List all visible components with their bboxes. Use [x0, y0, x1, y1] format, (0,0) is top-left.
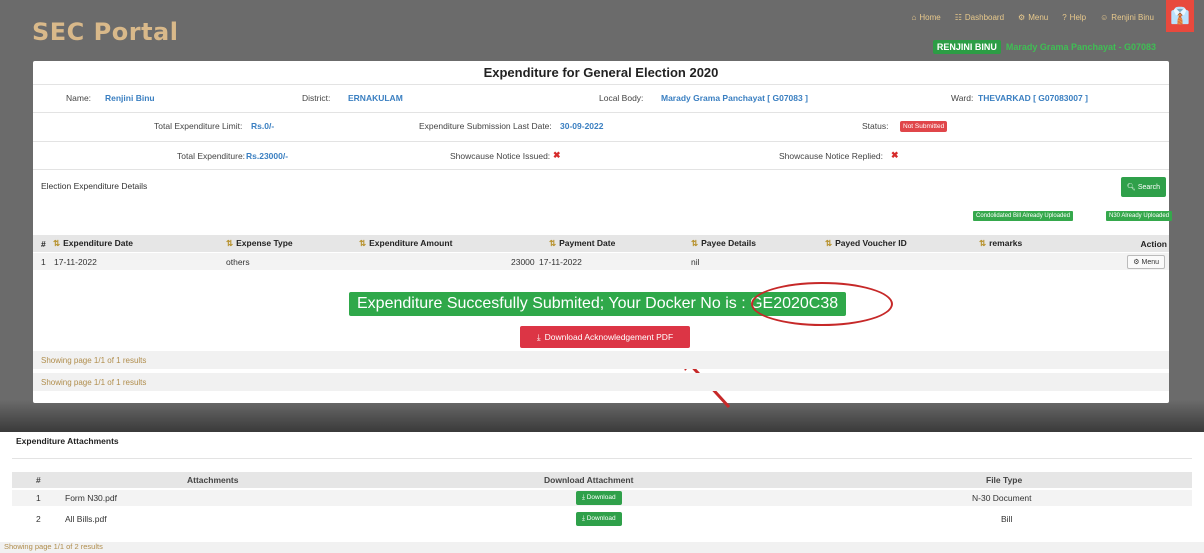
- sort-icon: ⇅: [359, 238, 367, 248]
- menu-gear-icon: ⚙: [1018, 13, 1026, 22]
- sort-icon: ⇅: [825, 238, 833, 248]
- row-menu-button[interactable]: ⚙ Menu: [1127, 255, 1165, 269]
- section-label: Election Expenditure Details: [41, 181, 148, 191]
- attachments-paging: Showing page 1/1 of 2 results: [0, 542, 1204, 553]
- name-label: Name:: [66, 93, 92, 103]
- limit-value: Rs.0/-: [251, 121, 275, 131]
- expenditure-card: Expenditure for General Election 2020 Na…: [33, 61, 1173, 409]
- col-action: Action: [1140, 238, 1167, 249]
- col-voucher-id[interactable]: ⇅ Payed Voucher ID: [825, 238, 907, 249]
- sort-icon: ⇅: [226, 238, 234, 248]
- search-icon: 🔍︎: [1126, 184, 1136, 191]
- download-attachment-button[interactable]: ⤓ Download: [576, 491, 622, 505]
- local-body-value: Marady Grama Panchayat [ G07083 ]: [661, 93, 808, 103]
- sort-icon: ⇅: [53, 238, 61, 248]
- pull-cord-icon[interactable]: 👔: [1166, 0, 1194, 32]
- district-label: District:: [302, 93, 331, 103]
- attachment-row: 2 All Bills.pdf ⤓ Download Bill: [36, 512, 1013, 526]
- home-icon: ⌂: [911, 13, 917, 22]
- brand-logo[interactable]: SEC Portal: [32, 18, 178, 46]
- menu-gear-icon: ⚙: [1133, 259, 1140, 266]
- col-payment-date[interactable]: ⇅ Payment Date: [549, 238, 615, 249]
- sort-icon: ⇅: [691, 238, 699, 248]
- notice-issued-label: Showcause Notice Issued:: [450, 151, 551, 161]
- n30-chip: N30 Already Uploaded: [1106, 211, 1173, 221]
- sort-icon: ⇅: [979, 238, 987, 248]
- notice-issued-x-icon: ✖: [553, 150, 561, 160]
- sort-icon: ⇅: [549, 238, 557, 248]
- status-label: Status:: [862, 121, 889, 131]
- district-value: ERNAKULAM: [348, 93, 403, 103]
- ward-label: Ward:: [951, 93, 974, 103]
- total-value: Rs.23000/-: [246, 151, 289, 161]
- last-date-value: 30-09-2022: [560, 121, 604, 131]
- col-payee-details[interactable]: ⇅ Payee Details: [691, 238, 756, 249]
- consolidated-bill-chip: Condolidated Bill Already Uploaded: [973, 211, 1074, 221]
- local-body-label: Marady Grama Panchayat - G07083: [1005, 42, 1156, 52]
- top-navigation: ⌂ Home ☷ Dashboard ⚙ Menu ? Help ☺ Renjini Bi…: [912, 13, 1154, 22]
- annotation-circle: [751, 282, 893, 326]
- dashboard-icon: ☷: [954, 13, 962, 22]
- table-header: # ⇅ Expenditure Date ⇅ Expense Type ⇅ Expen…: [33, 235, 1169, 252]
- paging-info: Showing page 1/1 of 1 results: [33, 373, 1169, 391]
- status-badge: Not Submitted: [900, 121, 948, 132]
- limit-label: Total Expenditure Limit:: [154, 121, 243, 131]
- help-icon: ?: [1062, 13, 1067, 22]
- notice-replied-x-icon: ✖: [891, 150, 899, 160]
- col-expenditure-date[interactable]: ⇅ Expenditure Date: [53, 238, 133, 249]
- notice-replied-label: Showcause Notice Replied:: [779, 151, 883, 161]
- paging-info: Showing page 1/1 of 1 results: [33, 351, 1169, 369]
- user-name-badge: RENJINI BINU: [932, 40, 1001, 54]
- col-remarks[interactable]: ⇅ remarks: [979, 238, 1022, 249]
- nav-dashboard[interactable]: ☷ Dashboard: [955, 13, 1004, 22]
- user-icon: ☺: [1100, 13, 1109, 22]
- nav-home[interactable]: ⌂ Home: [912, 13, 941, 22]
- ward-value: THEVARKAD [ G07083007 ]: [978, 93, 1088, 103]
- total-label: Total Expenditure:: [177, 151, 246, 161]
- attachments-title: Expenditure Attachments: [16, 436, 119, 446]
- col-expenditure-amount[interactable]: ⇅ Expenditure Amount: [359, 238, 452, 249]
- last-date-label: Expenditure Submission Last Date:: [419, 121, 552, 131]
- attachment-row: 1 Form N30.pdf ⤓ Download N-30 Document: [12, 490, 1192, 506]
- name-value: Renjini Binu: [105, 93, 155, 103]
- page-title: Expenditure for General Election 2020: [483, 65, 719, 80]
- download-acknowledgement-button[interactable]: ⤓ Download Acknowledgement PDF: [520, 326, 690, 348]
- nav-user[interactable]: ☺ Renjini Binu: [1100, 13, 1154, 22]
- search-button[interactable]: 🔍︎ Search: [1120, 177, 1166, 197]
- download-attachment-button[interactable]: ⤓ Download: [576, 512, 622, 526]
- nav-menu[interactable]: ⚙ Menu: [1018, 13, 1048, 22]
- nav-help[interactable]: ? Help: [1062, 13, 1086, 22]
- user-info: RENJINI BINU Marady Grama Panchayat - G0…: [932, 40, 1156, 54]
- col-expense-type[interactable]: ⇅ Expense Type: [226, 238, 293, 249]
- local-body-label: Local Body:: [599, 93, 644, 103]
- attachments-header: # Attachments Download Attachment File T…: [12, 472, 1192, 488]
- table-row: 1 17-11-2022 others 23000 17-11-2022 nil: [33, 253, 1169, 270]
- download-icon: ⤓: [536, 331, 541, 342]
